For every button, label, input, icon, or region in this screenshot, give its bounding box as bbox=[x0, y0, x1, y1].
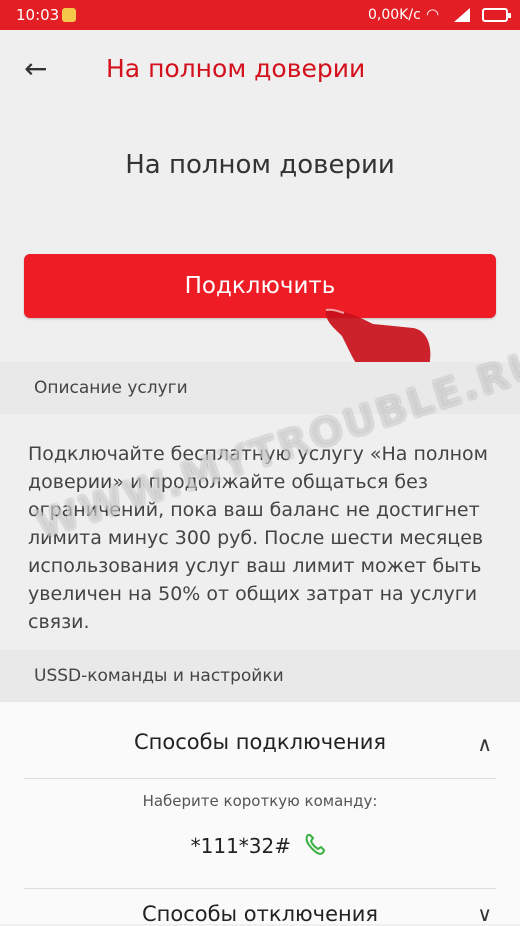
ussd-section-header: USSD-команды и настройки bbox=[0, 650, 520, 702]
app-bar: ← На полном доверии bbox=[0, 30, 520, 110]
status-bar: 10:03 0,00K/c ◠ bbox=[0, 0, 520, 30]
back-arrow-icon[interactable]: ← bbox=[24, 52, 47, 85]
page-title: На полном доверии bbox=[106, 54, 366, 83]
battery-icon bbox=[482, 8, 511, 22]
ussd-command: *111*32# bbox=[190, 834, 292, 858]
signal-icon bbox=[454, 8, 470, 22]
chevron-up-icon[interactable]: ∧ bbox=[477, 732, 492, 756]
ussd-hint: Наберите короткую команду: bbox=[142, 792, 378, 810]
phone-icon[interactable] bbox=[303, 832, 329, 856]
ussd-command-row[interactable]: *111*32# bbox=[0, 832, 520, 858]
notification-app-icon bbox=[62, 8, 76, 22]
divider bbox=[24, 778, 496, 779]
connect-methods-title[interactable]: Способы подключения bbox=[0, 730, 520, 754]
description-section-label: Описание услуги bbox=[34, 378, 188, 398]
wifi-icon: ◠ bbox=[426, 5, 440, 23]
status-time: 10:03 bbox=[16, 6, 60, 24]
chevron-down-icon[interactable]: ∨ bbox=[477, 902, 492, 926]
disconnect-methods-title[interactable]: Способы отключения bbox=[0, 902, 520, 926]
divider bbox=[24, 888, 496, 889]
ussd-card: Способы подключения ∧ Способы отключения… bbox=[0, 702, 520, 926]
service-title: На полном доверии bbox=[125, 150, 395, 180]
ussd-section-label: USSD-команды и настройки bbox=[34, 666, 284, 686]
network-speed: 0,00K/c bbox=[368, 7, 421, 23]
